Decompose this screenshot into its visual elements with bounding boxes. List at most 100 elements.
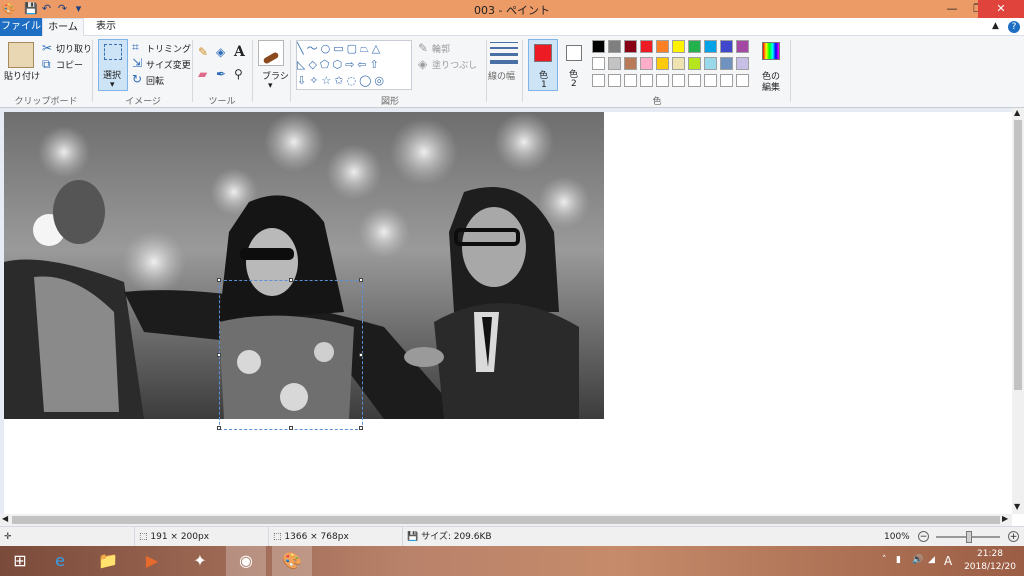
selection-handle[interactable] bbox=[289, 426, 293, 430]
shapes-gallery[interactable]: ╲〜○▭▢⏢△ ◺◇⬠⬡⇨⇦⇧ ⇩✧☆✩◌◯◎ bbox=[296, 40, 412, 90]
rotate-icon[interactable]: ↻ bbox=[132, 73, 142, 85]
internet-explorer-icon[interactable]: e bbox=[40, 546, 80, 576]
line-width-icon[interactable] bbox=[490, 42, 518, 66]
palette-swatch[interactable] bbox=[720, 40, 733, 53]
clock-date[interactable]: 2018/12/20 bbox=[962, 562, 1018, 572]
eraser-icon[interactable]: ▰ bbox=[198, 68, 207, 80]
tab-file[interactable]: ファイル bbox=[0, 18, 42, 36]
zoom-in-button[interactable]: + bbox=[1008, 531, 1019, 542]
palette-swatch[interactable] bbox=[656, 57, 669, 70]
palette-swatch[interactable] bbox=[704, 57, 717, 70]
palette-swatch[interactable] bbox=[688, 57, 701, 70]
palette-swatch[interactable] bbox=[688, 74, 701, 87]
selection-handle[interactable] bbox=[359, 278, 363, 282]
crop-button[interactable]: トリミング bbox=[146, 42, 191, 55]
selection-rectangle[interactable] bbox=[217, 278, 363, 430]
palette-swatch[interactable] bbox=[592, 57, 605, 70]
palette-swatch[interactable] bbox=[688, 40, 701, 53]
palette-swatch[interactable] bbox=[720, 57, 733, 70]
scissors-icon[interactable]: ✂ bbox=[42, 42, 52, 54]
battery-icon[interactable]: ▮ bbox=[896, 555, 901, 565]
palette-swatch[interactable] bbox=[672, 74, 685, 87]
chrome-icon[interactable]: ◉ bbox=[226, 546, 266, 576]
selection-handle[interactable] bbox=[359, 353, 363, 357]
palette-swatch[interactable] bbox=[656, 74, 669, 87]
scroll-right-icon[interactable]: ▶ bbox=[1002, 514, 1008, 523]
pencil-icon[interactable]: ✎ bbox=[198, 46, 208, 58]
outline-button[interactable]: 輪郭 bbox=[432, 42, 450, 55]
horizontal-scrollbar[interactable]: ◀ ▶ bbox=[0, 514, 1012, 526]
selection-handle[interactable] bbox=[217, 353, 221, 357]
copy-button[interactable]: コピー bbox=[56, 58, 83, 71]
crop-icon[interactable]: ⌗ bbox=[132, 41, 139, 53]
ime-indicator[interactable]: A bbox=[944, 554, 952, 568]
line-width-button[interactable]: 線の幅 bbox=[488, 69, 515, 82]
outline-icon[interactable]: ✎ bbox=[418, 42, 428, 54]
magnifier-icon[interactable]: ⚲ bbox=[234, 68, 243, 80]
fill-icon[interactable]: ◈ bbox=[418, 58, 427, 70]
selection-handle[interactable] bbox=[359, 426, 363, 430]
vertical-scroll-thumb[interactable] bbox=[1014, 120, 1022, 390]
rotate-button[interactable]: 回転 bbox=[146, 74, 164, 87]
vertical-scrollbar[interactable]: ▲ ▼ bbox=[1012, 108, 1024, 514]
palette-swatch[interactable] bbox=[624, 57, 637, 70]
scroll-up-icon[interactable]: ▲ bbox=[1014, 108, 1020, 117]
show-hidden-icons-icon[interactable]: ˄ bbox=[882, 555, 887, 565]
palette-swatch[interactable] bbox=[608, 40, 621, 53]
scroll-down-icon[interactable]: ▼ bbox=[1014, 502, 1020, 511]
paste-icon[interactable] bbox=[8, 42, 34, 68]
fill-button[interactable]: 塗りつぶし bbox=[432, 58, 477, 71]
palette-swatch[interactable] bbox=[672, 40, 685, 53]
scroll-left-icon[interactable]: ◀ bbox=[2, 514, 8, 523]
palette-swatch[interactable] bbox=[736, 74, 749, 87]
horizontal-scroll-thumb[interactable] bbox=[12, 516, 1000, 524]
windows-start-icon[interactable]: ⊞ bbox=[0, 546, 40, 576]
palette-swatch[interactable] bbox=[640, 40, 653, 53]
canvas[interactable] bbox=[4, 112, 1012, 514]
selection-handle[interactable] bbox=[217, 278, 221, 282]
close-button[interactable]: ✕ bbox=[978, 0, 1024, 18]
text-icon[interactable]: A bbox=[234, 44, 245, 60]
help-icon[interactable]: ? bbox=[1008, 21, 1020, 33]
resize-icon[interactable]: ⇲ bbox=[132, 57, 142, 69]
app-icon[interactable]: ✦ bbox=[180, 546, 220, 576]
minimize-ribbon-icon[interactable]: ▲ bbox=[992, 21, 1004, 33]
zoom-slider-thumb[interactable] bbox=[966, 531, 972, 543]
minimize-button[interactable]: — bbox=[938, 0, 966, 18]
selection-handle[interactable] bbox=[217, 426, 221, 430]
tab-view[interactable]: 表示 bbox=[88, 18, 124, 36]
paint-taskbar-icon[interactable]: 🎨 bbox=[272, 546, 312, 576]
zoom-out-button[interactable]: − bbox=[918, 531, 929, 542]
edit-colors-icon[interactable] bbox=[762, 42, 780, 60]
brushes-button[interactable]: ブラシ bbox=[262, 69, 289, 82]
palette-swatch[interactable] bbox=[640, 74, 653, 87]
color2-button[interactable]: 色 2 bbox=[562, 39, 588, 91]
palette-swatch[interactable] bbox=[704, 40, 717, 53]
palette-swatch[interactable] bbox=[624, 40, 637, 53]
palette-swatch[interactable] bbox=[720, 74, 733, 87]
paste-button[interactable]: 貼り付け bbox=[4, 69, 40, 82]
color-picker-icon[interactable]: ✒ bbox=[216, 68, 226, 80]
media-player-icon[interactable]: ▶ bbox=[132, 546, 172, 576]
palette-swatch[interactable] bbox=[736, 40, 749, 53]
palette-swatch[interactable] bbox=[608, 57, 621, 70]
palette-swatch[interactable] bbox=[672, 57, 685, 70]
network-icon[interactable]: ◢ bbox=[928, 555, 935, 565]
tab-home[interactable]: ホーム bbox=[42, 18, 84, 36]
palette-swatch[interactable] bbox=[640, 57, 653, 70]
palette-swatch[interactable] bbox=[592, 74, 605, 87]
palette-swatch[interactable] bbox=[624, 74, 637, 87]
file-explorer-icon[interactable]: 📁 bbox=[88, 546, 128, 576]
palette-swatch[interactable] bbox=[608, 74, 621, 87]
clock-time[interactable]: 21:28 bbox=[962, 549, 1018, 559]
color1-button[interactable]: 色 1 bbox=[528, 39, 558, 91]
palette-swatch[interactable] bbox=[704, 74, 717, 87]
copy-icon[interactable]: ⧉ bbox=[42, 58, 51, 70]
brush-icon[interactable] bbox=[258, 40, 284, 66]
selection-handle[interactable] bbox=[289, 278, 293, 282]
cut-button[interactable]: 切り取り bbox=[56, 42, 92, 55]
palette-swatch[interactable] bbox=[736, 57, 749, 70]
fill-bucket-icon[interactable]: ◈ bbox=[216, 46, 225, 58]
resize-button[interactable]: サイズ変更 bbox=[146, 58, 191, 71]
palette-swatch[interactable] bbox=[656, 40, 669, 53]
